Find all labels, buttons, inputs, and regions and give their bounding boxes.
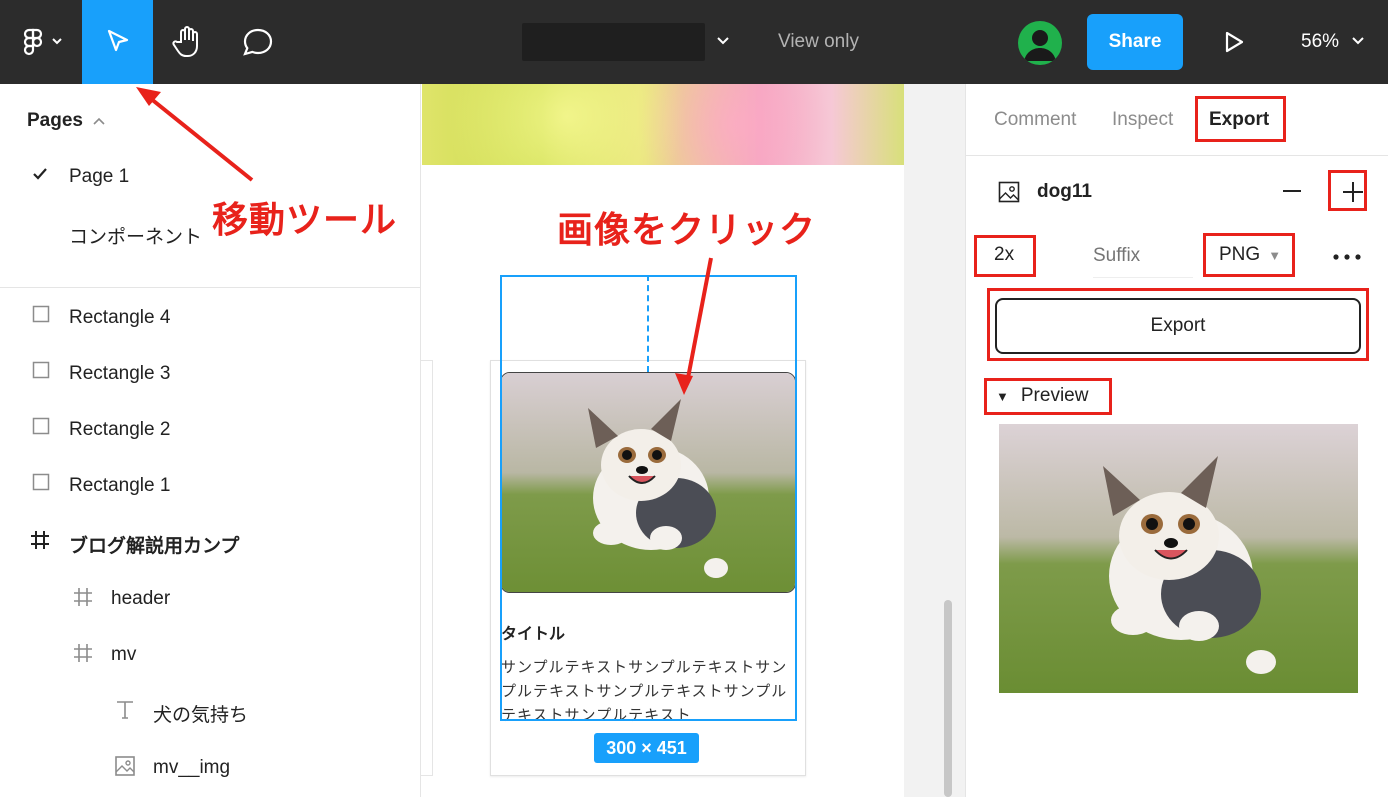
size-badge: 300 × 451 [594,733,699,763]
highlight-preview [984,378,1112,415]
layer-rectangle-4[interactable]: Rectangle 4 [0,296,421,336]
page-label: Page 1 [69,166,130,187]
highlight-format [1203,233,1295,277]
annotation-move-tool: 移動ツール [212,200,398,241]
layer-dog-feeling-text[interactable]: 犬の気持ち [0,689,421,729]
move-tool-icon [107,29,128,52]
view-mode-label: View only [778,31,859,52]
user-icon [1024,30,1056,61]
avatar[interactable] [1018,21,1062,65]
chevron-down-icon [1352,37,1365,45]
panel-tabs: Comment Inspect Export [966,84,1388,156]
highlight-export-tab [1195,96,1286,142]
layer-label: Rectangle 4 [69,307,171,328]
ellipsis-icon [1333,254,1361,260]
chevron-down-icon[interactable] [715,34,731,50]
text-icon [114,698,136,726]
highlight-add-button [1328,170,1367,211]
comment-icon [243,28,273,56]
layer-label: mv__img [153,757,231,778]
layer-rectangle-2[interactable]: Rectangle 2 [0,408,421,448]
figma-menu-button[interactable] [0,0,82,84]
rectangle-icon [32,361,50,385]
image-icon [998,181,1020,203]
zoom-level: 56% [1301,31,1340,52]
layer-mv-img[interactable]: mv__img [0,746,421,786]
share-button[interactable]: Share [1087,14,1183,70]
image-icon [114,755,136,783]
layer-mv[interactable]: mv [0,633,421,673]
tab-comment[interactable]: Comment [994,109,1076,131]
play-icon [1225,31,1244,53]
export-preview-image [999,424,1358,693]
figma-menu-icon [23,28,62,56]
layer-label: Rectangle 3 [69,363,171,384]
page-label: コンポーネント [69,227,203,248]
rectangle-icon [32,473,50,497]
page-item-page-1[interactable]: Page 1 [0,156,421,196]
canvas-background [904,84,965,797]
move-tool-button[interactable] [82,0,153,84]
canvas-scrollbar[interactable] [944,600,952,797]
spacing-guide [647,275,649,372]
divider [0,287,420,288]
layer-label: Rectangle 1 [69,475,171,496]
remove-export-button[interactable] [1280,176,1304,206]
chevron-up-icon [93,117,105,125]
toolbar: View only Share 56% [0,0,1388,84]
layer-label: 犬の気持ち [153,705,249,726]
frame-icon [29,529,51,557]
more-options-button[interactable] [1332,242,1362,268]
hand-tool-icon [172,26,198,57]
suffix-input-wrapper [1093,234,1193,278]
suffix-input[interactable] [1093,234,1193,277]
layer-label: mv [111,644,137,665]
layer-label: ブログ解説用カンプ [69,536,240,557]
minus-icon [1283,190,1301,192]
layer-blog-comp-frame[interactable]: ブログ解説用カンプ [0,520,421,560]
properties-panel: Comment Inspect Export dog11 2x PNG▼ Exp… [965,84,1388,797]
dog-photo [999,424,1358,693]
frame-icon [72,642,94,670]
checkmark-icon [32,165,48,187]
layer-rectangle-1[interactable]: Rectangle 1 [0,464,421,504]
tab-inspect[interactable]: Inspect [1112,109,1173,131]
asset-name: dog11 [1037,181,1092,202]
rectangle-icon [32,305,50,329]
hand-tool-button[interactable] [153,0,223,84]
annotation-click-image: 画像をクリック [557,210,817,251]
frame-icon [72,586,94,614]
layer-label: header [111,588,171,609]
pages-header[interactable]: Pages [27,110,106,132]
rectangle-icon [32,417,50,441]
layer-rectangle-3[interactable]: Rectangle 3 [0,352,421,392]
layer-label: Rectangle 2 [69,419,171,440]
highlight-export-button [987,288,1369,361]
pages-title: Pages [27,110,83,131]
present-button[interactable] [1214,0,1254,84]
zoom-dropdown[interactable]: 56% [1301,31,1366,53]
comment-tool-button[interactable] [223,0,293,84]
canvas[interactable]: タイトル サンプルテキストサンプルテキストサンプルテキストサンプルテキストサンプ… [421,84,965,797]
mv-image-overlay [422,84,904,165]
highlight-scale [974,235,1036,277]
adjacent-card[interactable] [421,360,433,776]
layer-header[interactable]: header [0,577,421,617]
file-name-field[interactable] [522,23,705,61]
